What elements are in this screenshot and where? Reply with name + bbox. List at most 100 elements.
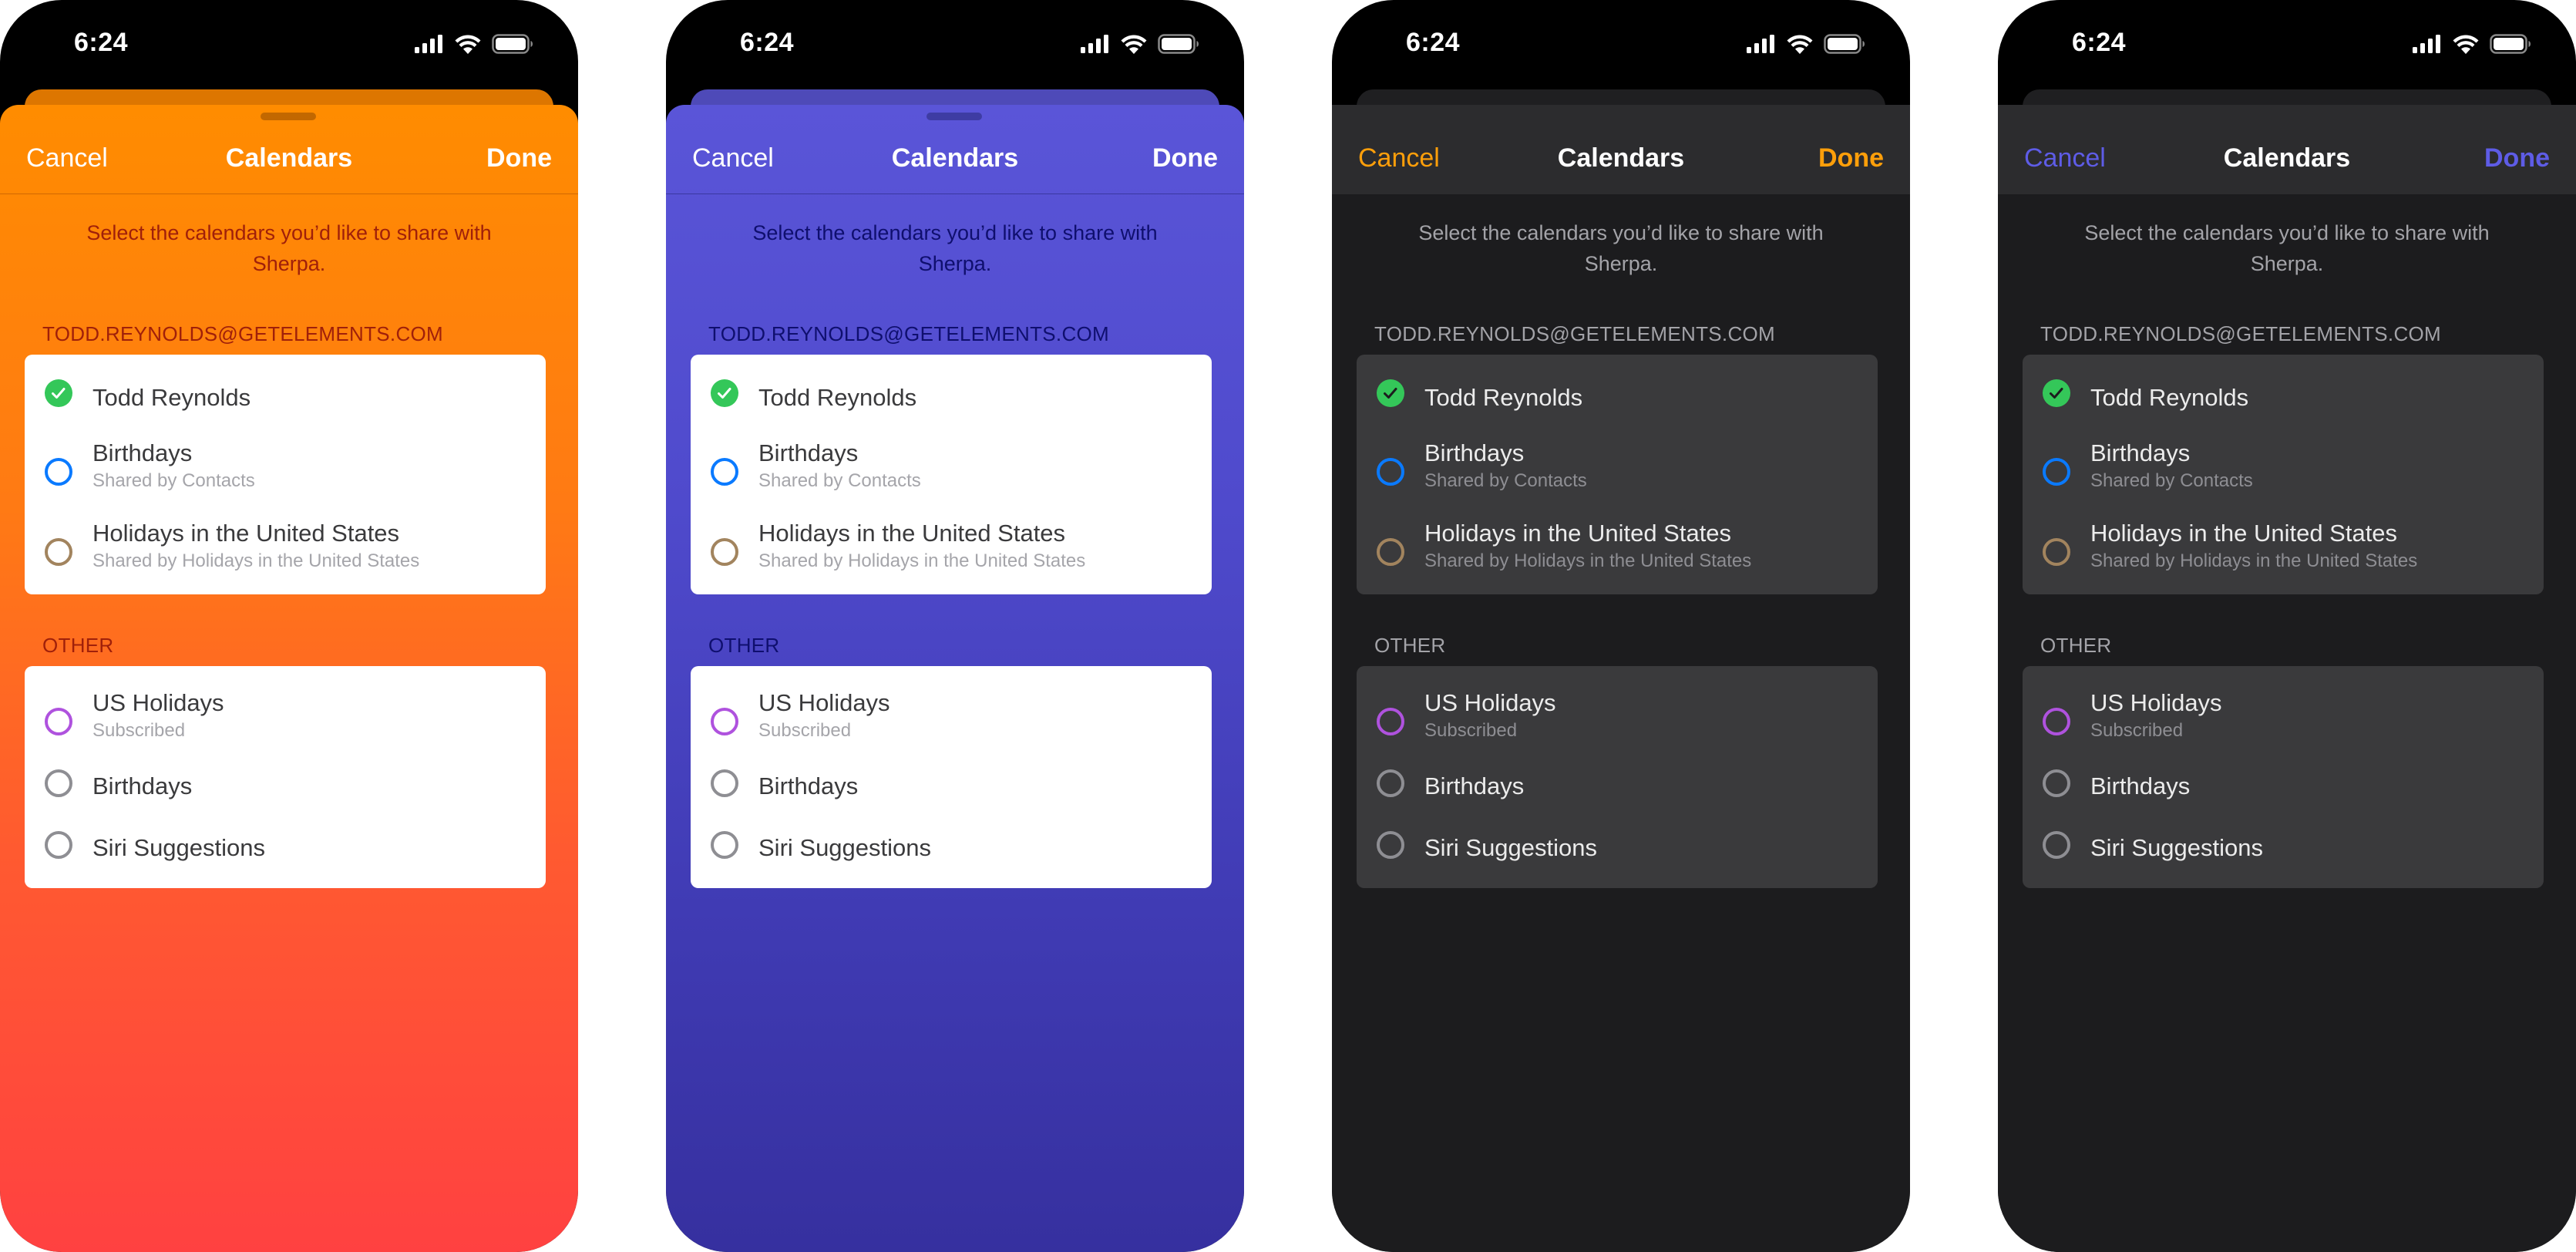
unchecked-circle-icon[interactable] [711,769,738,797]
calendar-title: Birthdays [758,439,859,466]
checkmark-circle-icon[interactable] [1377,379,1404,407]
unchecked-circle-icon[interactable] [711,538,738,566]
calendar-title: Todd Reynolds [92,384,251,411]
calendar-row[interactable]: Holidays in the United States Shared by … [1357,518,1878,572]
section-header-other: OTHER [2040,634,2112,657]
status-time: 6:24 [2072,28,2127,57]
unchecked-circle-icon[interactable] [1377,831,1404,859]
calendar-title: Holidays in the United States [92,520,400,547]
cancel-button[interactable]: Cancel [1358,143,1440,173]
unchecked-circle-icon[interactable] [2043,831,2070,859]
unchecked-circle-icon[interactable] [2043,458,2070,486]
unchecked-circle-icon[interactable] [2043,769,2070,797]
calendar-row[interactable]: Siri Suggestions [1357,828,1878,867]
calendar-title: Siri Suggestions [2090,834,2264,861]
calendar-row[interactable]: Birthdays Shared by Contacts [2023,439,2544,493]
nav-bar: Cancel Calendars Done [1998,105,2576,194]
cancel-button[interactable]: Cancel [2024,143,2106,173]
calendar-row[interactable]: Birthdays [25,766,546,805]
calendar-row[interactable]: Todd Reynolds [691,378,1212,416]
calendar-title: Birthdays [92,772,193,799]
status-time: 6:24 [1406,28,1461,57]
calendar-row[interactable]: US Holidays Subscribed [25,689,546,743]
calendar-row[interactable]: Todd Reynolds [2023,378,2544,416]
wifi-icon [1121,35,1147,54]
checkmark-circle-icon[interactable] [2043,379,2070,407]
calendar-title: Todd Reynolds [2090,384,2249,411]
status-bar: 6:24 [0,0,578,85]
calendar-row[interactable]: Birthdays Shared by Contacts [25,439,546,493]
calendar-row[interactable]: US Holidays Subscribed [2023,689,2544,743]
calendar-row[interactable]: Holidays in the United States Shared by … [691,518,1212,572]
checkmark-circle-icon[interactable] [45,379,72,407]
battery-icon [2490,34,2531,54]
calendar-row[interactable]: Todd Reynolds [1357,378,1878,416]
cancel-button[interactable]: Cancel [26,143,108,173]
checkmark-circle-icon[interactable] [711,379,738,407]
phone-screen-orange-dark: 6:24 Cancel Calendars Done Select the ca… [1332,0,1910,1252]
unchecked-circle-icon[interactable] [1377,769,1404,797]
calendar-list-account: Todd Reynolds Birthdays Shared by Contac… [2023,355,2544,594]
calendar-title: US Holidays [2090,689,2222,716]
calendar-row[interactable]: Birthdays Shared by Contacts [1357,439,1878,493]
done-button[interactable]: Done [1818,143,1884,173]
calendar-subtitle: Subscribed [1424,720,1518,741]
calendar-subtitle: Shared by Holidays in the United States [2090,550,2418,571]
unchecked-circle-icon[interactable] [45,708,72,735]
section-header-other: OTHER [1374,634,1446,657]
status-bar: 6:24 [1998,0,2576,85]
unchecked-circle-icon[interactable] [1377,458,1404,486]
sheet-title: Calendars [2223,143,2351,173]
calendar-list-account: Todd Reynolds Birthdays Shared by Contac… [691,355,1212,594]
calendar-subtitle: Shared by Holidays in the United States [758,550,1086,571]
done-button[interactable]: Done [2484,143,2550,173]
calendar-subtitle: Subscribed [92,720,186,741]
sheet-title: Calendars [891,143,1019,173]
sheet-title: Calendars [225,143,353,173]
unchecked-circle-icon[interactable] [711,831,738,859]
calendar-row[interactable]: Birthdays [2023,766,2544,805]
done-button[interactable]: Done [1152,143,1218,173]
unchecked-circle-icon[interactable] [2043,708,2070,735]
signal-icon [2413,35,2442,53]
calendar-row[interactable]: Todd Reynolds [25,378,546,416]
unchecked-circle-icon[interactable] [2043,538,2070,566]
intro-text: Select the calendars you’d like to share… [752,221,1158,275]
calendar-title: Birthdays [758,772,859,799]
unchecked-circle-icon[interactable] [1377,538,1404,566]
calendar-title: Siri Suggestions [92,834,266,861]
calendar-row[interactable]: US Holidays Subscribed [691,689,1212,743]
status-bar: 6:24 [666,0,1244,85]
calendar-row[interactable]: Holidays in the United States Shared by … [25,518,546,572]
unchecked-circle-icon[interactable] [45,831,72,859]
calendar-title: Todd Reynolds [1424,384,1583,411]
unchecked-circle-icon[interactable] [45,458,72,486]
status-time: 6:24 [74,28,129,57]
sheet-title: Calendars [1557,143,1685,173]
calendar-row[interactable]: Holidays in the United States Shared by … [2023,518,2544,572]
calendar-title: Birthdays [92,439,193,466]
calendar-row[interactable]: Siri Suggestions [25,828,546,867]
unchecked-circle-icon[interactable] [1377,708,1404,735]
calendar-subtitle: Subscribed [758,720,852,741]
calendar-row[interactable]: US Holidays Subscribed [1357,689,1878,743]
wifi-icon [1787,35,1813,54]
calendar-list-other: US Holidays Subscribed Birthdays Siri Su… [2023,666,2544,888]
cancel-button[interactable]: Cancel [692,143,774,173]
unchecked-circle-icon[interactable] [711,708,738,735]
done-button[interactable]: Done [486,143,552,173]
calendar-title: Todd Reynolds [758,384,917,411]
calendar-row[interactable]: Birthdays [691,766,1212,805]
calendar-row[interactable]: Birthdays Shared by Contacts [691,439,1212,493]
wifi-icon [2453,35,2479,54]
unchecked-circle-icon[interactable] [45,769,72,797]
calendar-row[interactable]: Siri Suggestions [691,828,1212,867]
calendar-list-other: US Holidays Subscribed Birthdays Siri Su… [1357,666,1878,888]
intro-text: Select the calendars you’d like to share… [86,221,492,275]
unchecked-circle-icon[interactable] [711,458,738,486]
unchecked-circle-icon[interactable] [45,538,72,566]
calendar-row[interactable]: Siri Suggestions [2023,828,2544,867]
calendar-row[interactable]: Birthdays [1357,766,1878,805]
section-header-account: TODD.REYNOLDS@GETELEMENTS.COM [708,322,1110,345]
status-time: 6:24 [740,28,795,57]
